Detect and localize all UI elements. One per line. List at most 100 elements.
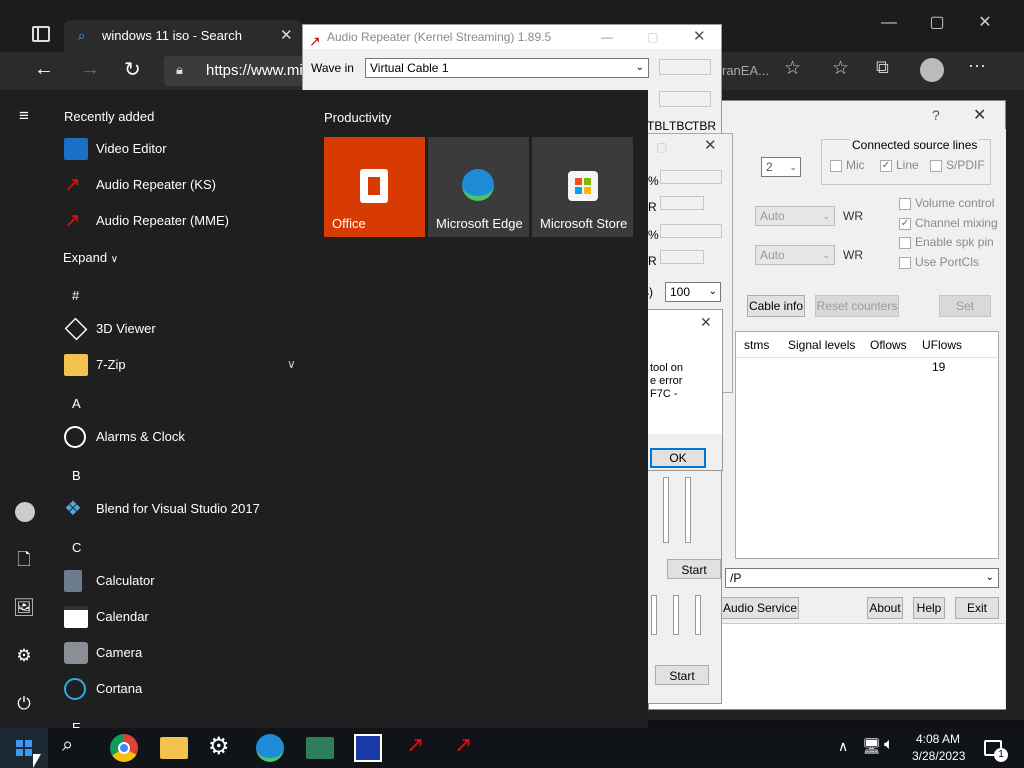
letter-c[interactable]: C <box>72 540 81 555</box>
pictures-icon[interactable]: 🖼︎ <box>13 597 35 619</box>
close-icon[interactable]: ✕ <box>962 12 1008 32</box>
wave-in-combo[interactable]: Virtual Cable 1 ⌄ <box>365 58 649 78</box>
video-editor-icon <box>64 138 88 160</box>
back-icon[interactable]: ← <box>34 58 54 81</box>
ar-minimize-icon[interactable]: — <box>601 25 613 49</box>
channels-combo[interactable]: 2 ⌄ <box>761 157 801 177</box>
secondary-close-icon[interactable]: ✕ <box>704 136 717 154</box>
wave-in-field <box>659 59 711 75</box>
col-header-oflows[interactable]: Oflows <box>870 338 907 352</box>
ar-maximize-icon[interactable]: ▢ <box>647 25 658 49</box>
app-3d-viewer[interactable]: 3D Viewer <box>60 311 310 347</box>
volume-icon[interactable]: 🔈︎ <box>884 736 894 754</box>
cable-table: stms Signal levels Oflows UFlows 19 <box>735 331 999 559</box>
app-camera[interactable]: Camera <box>60 635 310 671</box>
letter-hash[interactable]: # <box>72 288 79 303</box>
audio-repeater-taskbar-icon[interactable]: ↗ <box>406 732 424 758</box>
tile-office[interactable]: Office <box>324 137 425 237</box>
help-button[interactable]: Help <box>913 597 945 619</box>
tab-actions-icon[interactable] <box>32 26 50 42</box>
volume-control-checkbox[interactable]: Volume control <box>899 196 994 210</box>
auto-combo-2[interactable]: Auto ⌄ <box>755 245 835 265</box>
spdif-checkbox[interactable]: S/PDIF <box>930 158 985 172</box>
edge-tab[interactable]: ⌕ windows 11 iso - Search ✕ <box>64 20 302 52</box>
device-combo[interactable]: /P ⌄ <box>725 568 999 588</box>
about-button[interactable]: About <box>867 597 903 619</box>
tile-microsoft-edge[interactable]: Microsoft Edge <box>428 137 529 237</box>
settings-gear-icon[interactable]: ⚙ <box>208 732 230 761</box>
minimize-icon[interactable]: — <box>866 14 912 32</box>
app-audio-repeater-mme[interactable]: ↗ Audio Repeater (MME) <box>60 203 310 239</box>
taskbar: ⌕ ⚙ ↗ ↗ ∧ 🖥︎ 🔈︎ 4:08 AM 3/28/2023 1 <box>0 728 1024 768</box>
clock-time[interactable]: 4:08 AM <box>916 732 960 746</box>
col-header-signal-levels[interactable]: Signal levels <box>788 338 855 352</box>
secondary-maximize-icon[interactable]: ▢ <box>656 140 667 154</box>
network-icon[interactable]: 🖥︎ <box>862 737 881 755</box>
maximize-icon[interactable]: ▢ <box>914 12 960 32</box>
hamburger-icon[interactable]: ≡ <box>13 105 35 127</box>
app-7-zip[interactable]: 7-Zip <box>60 347 310 383</box>
buffers-combo[interactable]: 100 ⌄ <box>665 282 721 302</box>
set-button[interactable]: Set <box>939 295 991 317</box>
refresh-icon[interactable]: ↻ <box>124 57 141 82</box>
clock-date[interactable]: 3/28/2023 <box>912 749 965 763</box>
line-checkbox[interactable]: ✓ Line <box>880 158 919 172</box>
host-close-icon[interactable]: ✕ <box>973 105 986 125</box>
col-header-stms[interactable]: stms <box>744 338 769 352</box>
use-portcls-checkbox[interactable]: Use PortCls <box>899 255 979 269</box>
chevron-down-icon[interactable]: ∨ <box>287 357 296 371</box>
app-icon-cable[interactable] <box>354 734 382 762</box>
app-alarms-clock[interactable]: Alarms & Clock <box>60 419 310 455</box>
favorites-icon[interactable]: ☆ <box>832 57 849 80</box>
letter-e[interactable]: E <box>72 720 81 728</box>
app-icon-green[interactable] <box>306 737 334 759</box>
audio-repeater-taskbar-icon-2[interactable]: ↗ <box>454 732 472 758</box>
chrome-icon[interactable] <box>110 734 138 762</box>
app-blend[interactable]: ❖ Blend for Visual Studio 2017 <box>60 491 310 527</box>
favorite-add-icon[interactable]: ☆ <box>784 57 801 80</box>
col-header-uflows[interactable]: UFlows <box>922 338 962 352</box>
show-hidden-icons-chevron-up-icon[interactable]: ∧ <box>838 738 848 755</box>
start-button-2[interactable]: Start <box>655 665 709 685</box>
help-glyph[interactable]: ? <box>932 107 940 123</box>
expand-link[interactable]: Expand ∨ <box>63 250 118 265</box>
enable-spk-pin-checkbox[interactable]: Enable spk pin <box>899 235 994 249</box>
chevron-down-icon: ∨ <box>110 254 119 265</box>
channel-mixing-checkbox[interactable]: ✓ Channel mixing <box>899 216 998 230</box>
audio-service-button[interactable]: t Audio Service <box>715 597 799 619</box>
app-video-editor[interactable]: Video Editor <box>60 131 310 167</box>
ar-close-icon[interactable]: ✕ <box>693 25 706 49</box>
more-icon[interactable]: ⋯ <box>968 56 987 77</box>
tile-microsoft-store[interactable]: Microsoft Store <box>532 137 633 237</box>
error-close-icon[interactable]: ✕ <box>700 314 712 331</box>
documents-icon[interactable]: 🗋︎ <box>13 549 35 571</box>
address-field[interactable]: 🔒︎ https://www.mi <box>164 56 304 86</box>
forward-icon[interactable]: → <box>80 58 100 81</box>
exit-button[interactable]: Exit <box>955 597 999 619</box>
app-calculator[interactable]: Calculator <box>60 563 310 599</box>
letter-b[interactable]: B <box>72 468 81 483</box>
tile-store-label: Microsoft Store <box>540 216 628 231</box>
start-button[interactable]: Start <box>667 559 721 579</box>
search-icon[interactable]: ⌕ <box>62 734 73 757</box>
cable-info-button[interactable]: Cable info <box>747 295 805 317</box>
auto-combo-1[interactable]: Auto ⌄ <box>755 206 835 226</box>
collections-icon[interactable]: ⧉ <box>876 57 889 78</box>
pct-field-2 <box>660 224 722 238</box>
app-audio-repeater-ks[interactable]: ↗ Audio Repeater (KS) <box>60 167 310 203</box>
power-icon[interactable]: ⏻ <box>13 693 35 715</box>
wave-in-label: Wave in <box>311 61 354 75</box>
close-tab-icon[interactable]: ✕ <box>280 26 293 44</box>
letter-a[interactable]: A <box>72 396 81 411</box>
app-cortana[interactable]: Cortana <box>60 671 310 707</box>
edge-icon[interactable] <box>256 734 284 762</box>
settings-gear-icon[interactable]: ⚙ <box>13 645 35 667</box>
profile-avatar[interactable] <box>920 58 944 82</box>
file-explorer-icon[interactable] <box>160 737 188 759</box>
calendar-icon <box>64 606 88 628</box>
ok-button[interactable]: OK <box>650 448 706 468</box>
reset-counters-button[interactable]: Reset counters <box>815 295 899 317</box>
mic-checkbox[interactable]: Mic <box>830 158 865 172</box>
app-calendar[interactable]: Calendar <box>60 599 310 635</box>
user-avatar[interactable] <box>15 502 35 522</box>
